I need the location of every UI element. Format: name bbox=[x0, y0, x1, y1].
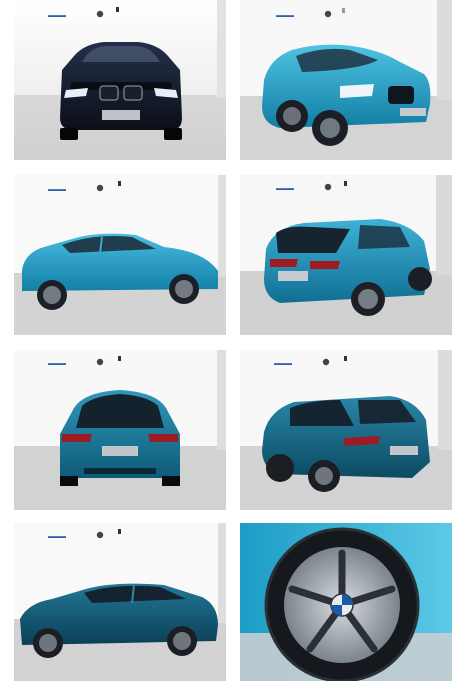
svg-text:▬▬▬: ▬▬▬ bbox=[48, 13, 66, 19]
svg-text:▬▬▬: ▬▬▬ bbox=[48, 534, 66, 540]
gallery-photo-rear-left[interactable]: ▬▬▬ bbox=[240, 350, 452, 510]
car-side-left-photo: ▬▬▬ bbox=[14, 523, 226, 681]
car-rear-quarter-photo: ▬▬▬ bbox=[240, 175, 452, 335]
car-side-photo: ▬▬▬ bbox=[14, 175, 226, 335]
svg-text:▬▬▬: ▬▬▬ bbox=[276, 13, 294, 19]
svg-text:▬▬▬: ▬▬▬ bbox=[274, 361, 292, 367]
gallery-photo-rear-quarter[interactable]: ▬▬▬ bbox=[240, 175, 452, 335]
svg-text:▬▬▬: ▬▬▬ bbox=[48, 361, 66, 367]
car-front-quarter-photo: ▬▬▬ bbox=[240, 0, 452, 160]
svg-text:▬▬▬: ▬▬▬ bbox=[48, 187, 66, 193]
gallery-photo-wheel[interactable] bbox=[240, 523, 452, 681]
gallery-photo-front[interactable]: ▬▬▬ bbox=[14, 0, 226, 160]
car-rear-left-photo: ▬▬▬ bbox=[240, 350, 452, 510]
svg-text:▬▬▬: ▬▬▬ bbox=[276, 186, 294, 192]
car-rear-photo: ▬▬▬ bbox=[14, 350, 226, 510]
gallery-photo-front-quarter[interactable]: ▬▬▬ bbox=[240, 0, 452, 160]
gallery-photo-side[interactable]: ▬▬▬ bbox=[14, 175, 226, 335]
wheel-detail-photo bbox=[240, 523, 452, 681]
gallery-photo-side-left[interactable]: ▬▬▬ bbox=[14, 523, 226, 681]
gallery-photo-rear[interactable]: ▬▬▬ bbox=[14, 350, 226, 510]
photo-gallery: ▬▬▬ ▬▬▬ ▬▬▬ ▬▬▬ ▬▬▬ ▬▬▬ ▬▬▬ bbox=[0, 0, 454, 681]
car-front-photo: ▬▬▬ bbox=[14, 0, 226, 160]
